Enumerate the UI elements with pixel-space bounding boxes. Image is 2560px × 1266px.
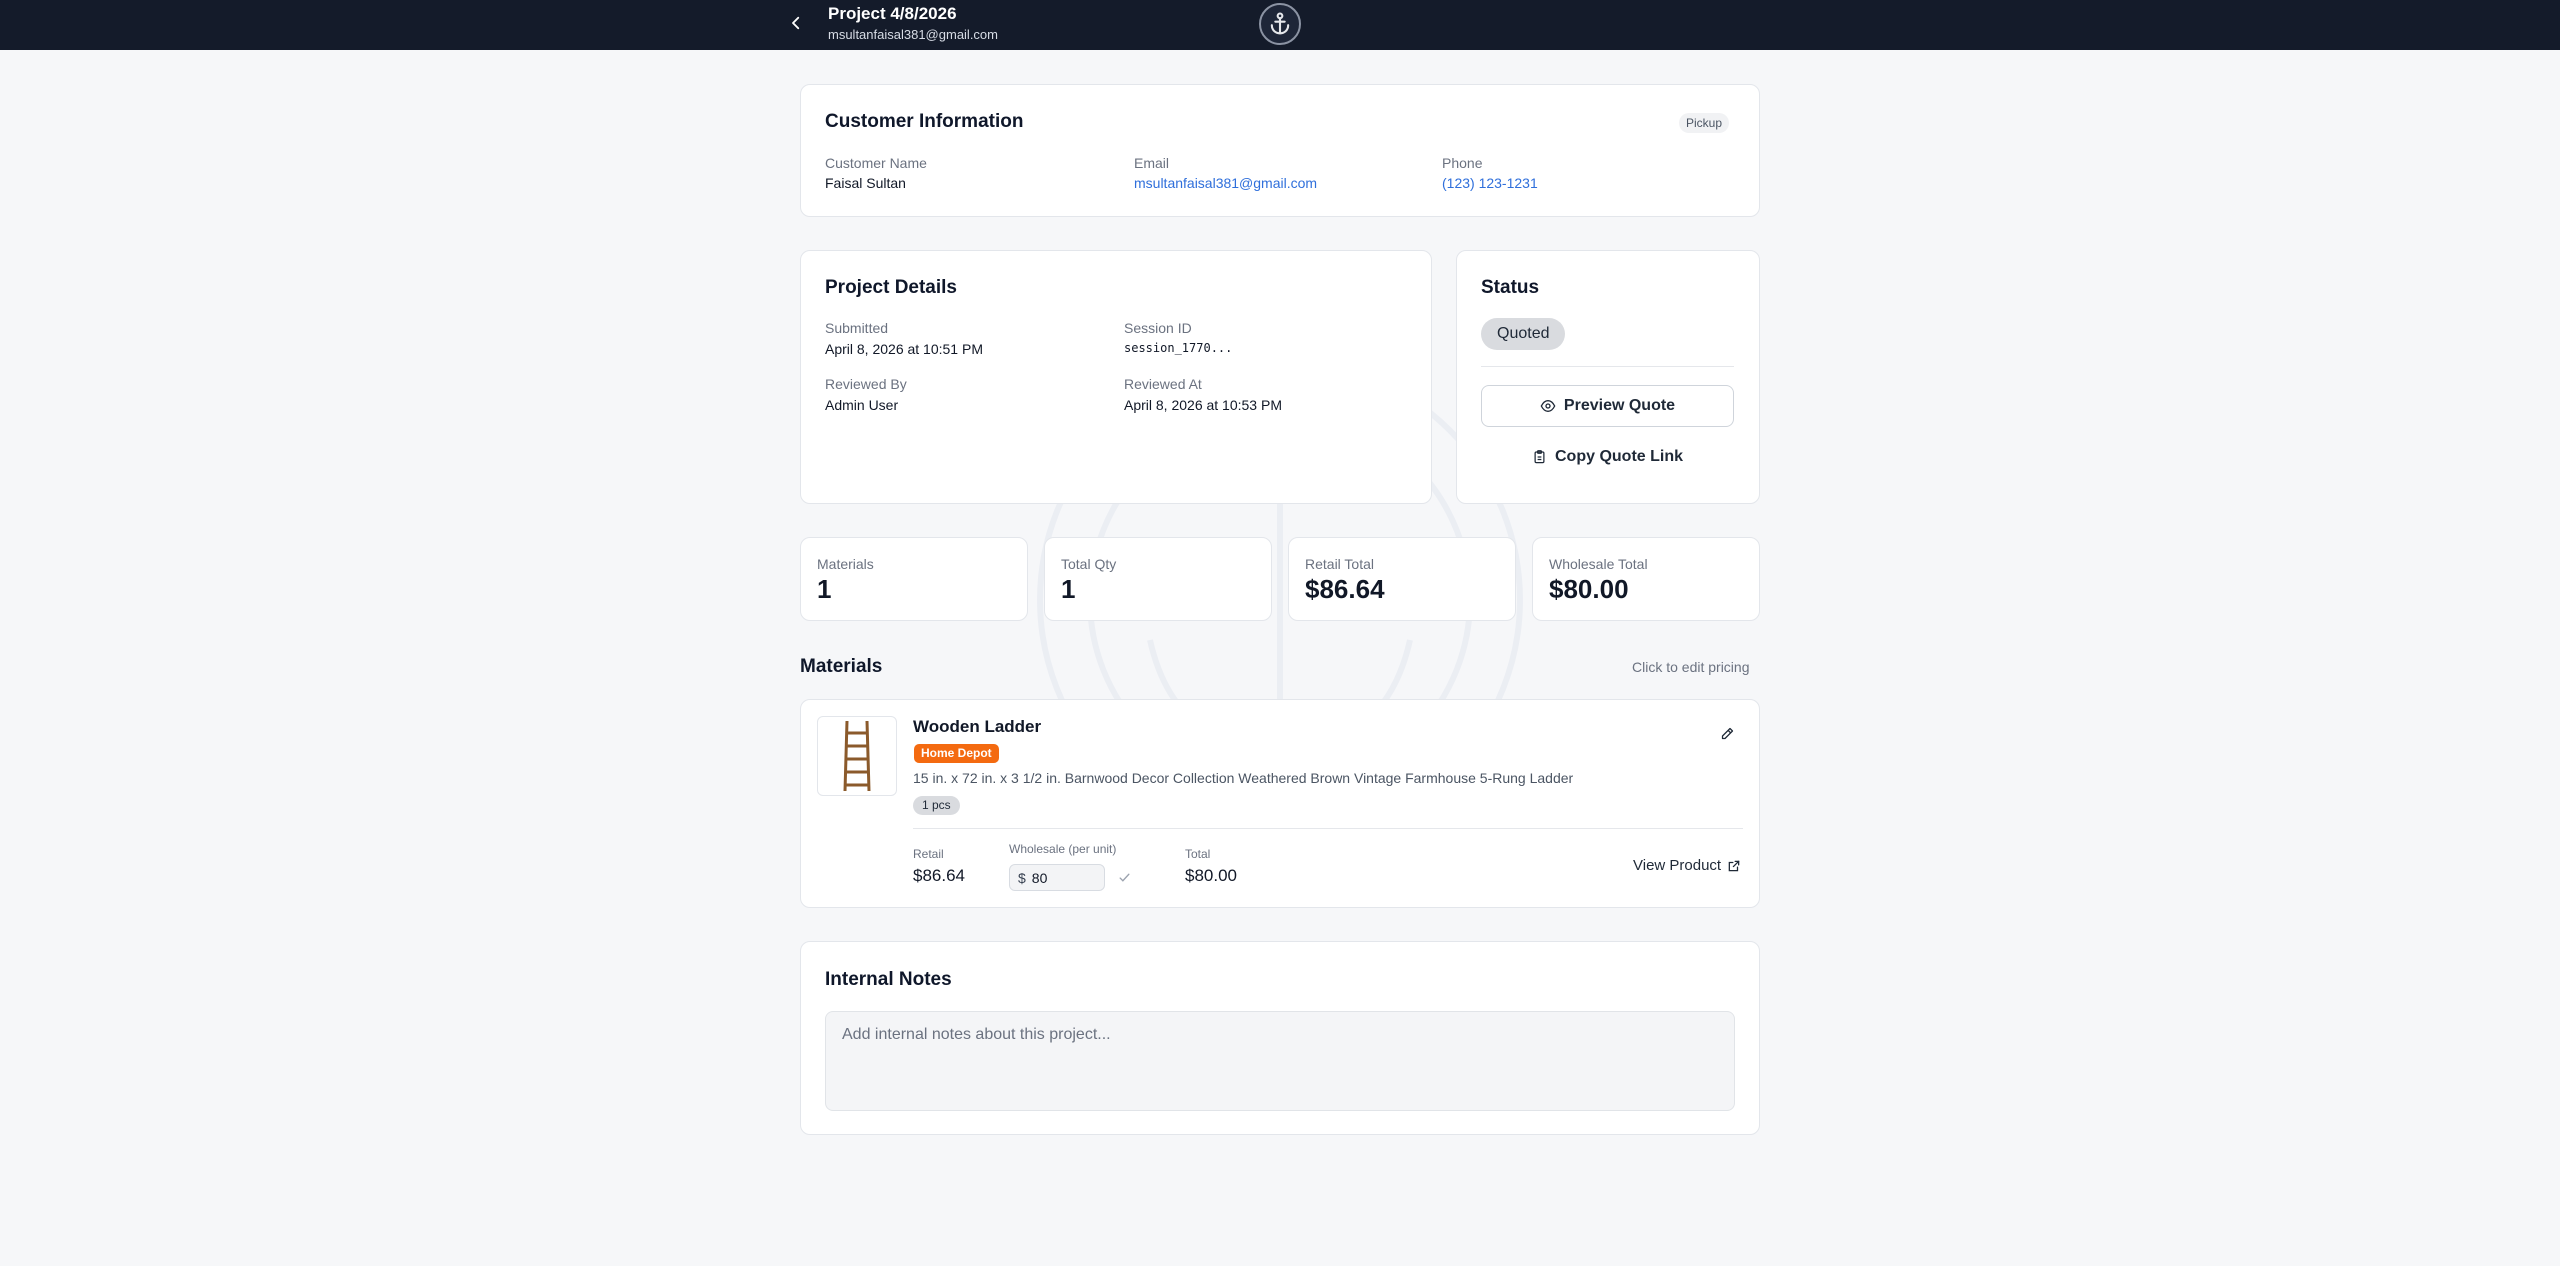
- back-button[interactable]: [783, 10, 809, 36]
- customer-name-label: Customer Name: [825, 155, 927, 171]
- edit-pricing-hint: Click to edit pricing: [1632, 659, 1750, 675]
- stat-card-total-qty: [1044, 537, 1272, 621]
- preview-quote-label: Preview Quote: [1563, 397, 1676, 414]
- edit-pricing-button[interactable]: [1716, 722, 1738, 744]
- order-type-badge: Pickup: [1679, 113, 1730, 133]
- page-subtitle: msultanfaisal381@gmail.com: [828, 27, 998, 42]
- stat-label: Retail Total: [1305, 556, 1375, 572]
- pencil-icon: [1721, 727, 1733, 739]
- wholesale-label: Wholesale (per unit): [1009, 842, 1117, 856]
- top-bar: Project 4/8/2026 msultanfaisal381@gmail.…: [0, 0, 2560, 50]
- reviewed-at-label: Reviewed At: [1124, 376, 1202, 392]
- ladder-icon: [843, 720, 871, 792]
- product-thumbnail: [817, 716, 897, 796]
- customer-info-card: [800, 84, 1760, 217]
- material-divider: [913, 828, 1743, 829]
- page-title: Project 4/8/2026: [828, 4, 957, 23]
- store-badge: Home Depot: [914, 744, 999, 763]
- internal-notes-title: Internal Notes: [825, 969, 952, 990]
- view-product-link[interactable]: View Product: [1633, 857, 1741, 874]
- status-title: Status: [1481, 277, 1540, 298]
- preview-quote-button[interactable]: Preview Quote: [1481, 385, 1734, 427]
- submitted-label: Submitted: [825, 320, 889, 336]
- stat-value: $86.64: [1305, 574, 1385, 604]
- anchor-logo: [1259, 3, 1301, 45]
- quantity-badge: 1 pcs: [913, 796, 960, 815]
- material-name: Wooden Ladder: [913, 717, 1042, 736]
- chevron-left-icon: [792, 16, 800, 30]
- email-label: Email: [1134, 155, 1170, 171]
- stat-label: Wholesale Total: [1549, 556, 1648, 572]
- check-icon: [1118, 873, 1130, 882]
- project-details-title: Project Details: [825, 277, 957, 298]
- currency-symbol: $: [1018, 869, 1026, 886]
- reviewed-by-value: Admin User: [825, 397, 899, 413]
- internal-notes-input[interactable]: [825, 1011, 1735, 1111]
- total-label: Total: [1185, 847, 1211, 861]
- wholesale-price-input[interactable]: [1031, 869, 1092, 886]
- submitted-value: April 8, 2026 at 10:51 PM: [825, 341, 983, 357]
- stat-value: $80.00: [1549, 574, 1629, 604]
- stat-value: 1: [1061, 574, 1076, 604]
- clipboard-icon: [1534, 450, 1545, 464]
- customer-name: Faisal Sultan: [825, 175, 906, 191]
- stat-value: 1: [817, 574, 832, 604]
- external-link-icon: [1728, 860, 1740, 871]
- session-id-label: Session ID: [1124, 320, 1192, 336]
- phone-label: Phone: [1442, 155, 1483, 171]
- email-link[interactable]: msultanfaisal381@gmail.com: [1134, 175, 1317, 191]
- stat-card-materials: [800, 537, 1028, 621]
- material-description: 15 in. x 72 in. x 3 1/2 in. Barnwood Dec…: [913, 770, 1574, 786]
- retail-label: Retail: [913, 847, 944, 861]
- total-price: $80.00: [1185, 866, 1237, 885]
- copy-quote-link-label: Copy Quote Link: [1555, 448, 1683, 465]
- customer-info-title: Customer Information: [825, 111, 1024, 132]
- stat-label: Materials: [817, 556, 874, 572]
- session-id-value: session_1770...: [1124, 341, 1233, 355]
- reviewed-at-value: April 8, 2026 at 10:53 PM: [1124, 397, 1282, 413]
- eye-icon: [1540, 399, 1556, 413]
- retail-price: $86.64: [913, 866, 965, 885]
- anchor-icon: [1270, 12, 1290, 35]
- status-badge: Quoted: [1481, 318, 1566, 350]
- phone-link[interactable]: (123) 123-1231: [1442, 175, 1538, 191]
- confirm-price-button[interactable]: [1115, 868, 1133, 886]
- view-product-label: View Product: [1633, 857, 1722, 874]
- stat-label: Total Qty: [1061, 556, 1117, 572]
- copy-quote-link-button[interactable]: Copy Quote Link: [1481, 438, 1734, 476]
- wholesale-price-field[interactable]: $: [1009, 864, 1105, 891]
- materials-title: Materials: [800, 656, 883, 677]
- status-divider: [1481, 366, 1734, 367]
- reviewed-by-label: Reviewed By: [825, 376, 907, 392]
